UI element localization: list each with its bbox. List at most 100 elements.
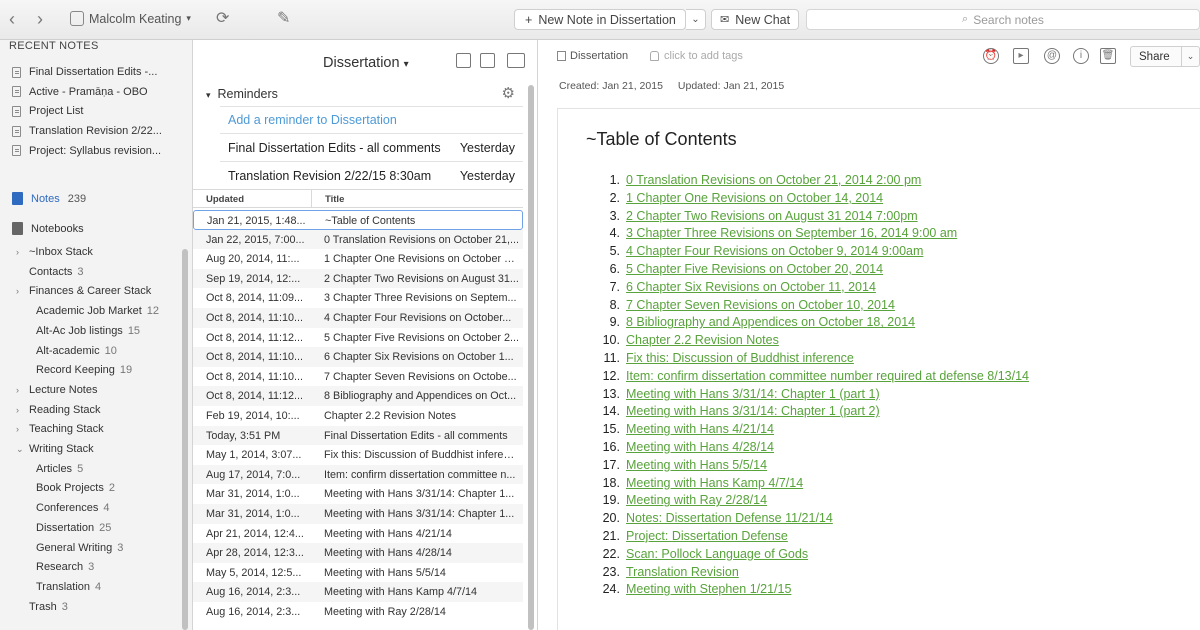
- notebook-title-dropdown[interactable]: Dissertation ▾: [323, 55, 409, 71]
- account-menu[interactable]: Malcolm Keating ▾: [70, 11, 191, 26]
- toc-link[interactable]: Meeting with Hans 4/21/14: [626, 422, 774, 440]
- recent-note-item[interactable]: Translation Revision 2/22...: [12, 125, 162, 137]
- toc-link[interactable]: 5 Chapter Five Revisions on October 20, …: [626, 262, 883, 280]
- tags-input[interactable]: click to add tags: [650, 50, 743, 62]
- note-body[interactable]: ~Table of Contents 1. 0 Translation Revis…: [557, 108, 1200, 630]
- chevron-right-icon[interactable]: ›: [16, 247, 24, 257]
- recent-note-item[interactable]: Project List: [12, 105, 83, 117]
- recent-note-item[interactable]: Project: Syllabus revision...: [12, 145, 161, 157]
- sidebar-notebook-item[interactable]: Conferences 4: [36, 502, 110, 514]
- toc-link[interactable]: 2 Chapter Two Revisions on August 31 201…: [626, 209, 918, 227]
- reminder-item[interactable]: Translation Revision 2/22/15 8:30am Yeste…: [220, 160, 523, 188]
- sidebar-notebook-item[interactable]: › Finances & Career Stack: [16, 285, 156, 297]
- sidebar-notebook-item[interactable]: › Reading Stack: [16, 404, 106, 416]
- share-notebook-icon[interactable]: [480, 53, 495, 68]
- table-row[interactable]: Jan 21, 2015, 1:48... ~Table of Contents: [193, 210, 523, 230]
- table-row[interactable]: Mar 31, 2014, 1:0... Meeting with Hans 3/…: [193, 484, 523, 504]
- table-row[interactable]: Oct 8, 2014, 11:10... 7 Chapter Seven Rev…: [193, 367, 523, 387]
- sidebar-item-notebooks[interactable]: Notebooks: [12, 222, 84, 235]
- info-icon[interactable]: i: [1073, 48, 1089, 64]
- table-row[interactable]: May 1, 2014, 3:07... Fix this: Discussion…: [193, 445, 523, 465]
- forward-icon[interactable]: ›: [37, 10, 43, 28]
- toc-link[interactable]: Scan: Pollock Language of Gods: [626, 547, 808, 565]
- sidebar-notebook-item[interactable]: Alt-Ac Job listings 15: [36, 325, 140, 337]
- toc-link[interactable]: Meeting with Hans 3/31/14: Chapter 1 (pa…: [626, 387, 880, 405]
- shortcut-icon[interactable]: [456, 53, 471, 68]
- chevron-right-icon[interactable]: ›: [16, 405, 24, 415]
- activity-icon[interactable]: ✎: [277, 8, 290, 28]
- sidebar-notebook-item[interactable]: Research 3: [36, 561, 94, 573]
- toc-link[interactable]: 1 Chapter One Revisions on October 14, 2…: [626, 191, 883, 209]
- sidebar-notebook-item[interactable]: Academic Job Market 12: [36, 305, 159, 317]
- table-row[interactable]: Jan 22, 2015, 7:00... 0 Translation Revis…: [193, 229, 523, 250]
- sidebar-notebook-item[interactable]: ⌄ Writing Stack: [16, 443, 99, 455]
- new-note-button[interactable]: + New Note in Dissertation: [514, 9, 686, 30]
- table-row[interactable]: Oct 8, 2014, 11:09... 3 Chapter Three Rev…: [193, 288, 523, 308]
- toc-link[interactable]: Meeting with Hans 4/28/14: [626, 440, 774, 458]
- search-input[interactable]: ⌕ Search notes: [806, 9, 1200, 30]
- sidebar-item-notes[interactable]: Notes 239: [12, 192, 86, 205]
- gear-icon[interactable]: ⚙: [502, 84, 515, 102]
- sidebar-notebook-item[interactable]: Book Projects 2: [36, 482, 115, 494]
- sidebar-notebook-item[interactable]: Record Keeping 19: [36, 364, 132, 376]
- table-row[interactable]: Apr 28, 2014, 12:3... Meeting with Hans 4…: [193, 543, 523, 563]
- sync-icon[interactable]: ⟳: [216, 8, 229, 28]
- table-row[interactable]: Sep 19, 2014, 12:... 2 Chapter Two Revisi…: [193, 268, 523, 289]
- back-icon[interactable]: ‹: [9, 10, 15, 28]
- note-title[interactable]: ~Table of Contents: [586, 129, 737, 150]
- reminders-header[interactable]: ▾ Reminders ⚙: [193, 82, 523, 106]
- toc-link[interactable]: 4 Chapter Four Revisions on October 9, 2…: [626, 244, 923, 262]
- toc-link[interactable]: Item: confirm dissertation committee num…: [626, 369, 1029, 387]
- toc-link[interactable]: Fix this: Discussion of Buddhist inferen…: [626, 351, 854, 369]
- toc-link[interactable]: Meeting with Hans 5/5/14: [626, 458, 767, 476]
- col-title[interactable]: Title: [325, 194, 344, 205]
- table-row[interactable]: Apr 21, 2014, 12:4... Meeting with Hans 4…: [193, 524, 523, 544]
- table-row[interactable]: Oct 8, 2014, 11:12... 5 Chapter Five Revi…: [193, 328, 523, 348]
- chevron-right-icon[interactable]: ›: [16, 385, 24, 395]
- table-row[interactable]: May 5, 2014, 12:5... Meeting with Hans 5/…: [193, 563, 523, 583]
- reminder-item[interactable]: Final Dissertation Edits - all comments Y…: [220, 133, 523, 160]
- table-row[interactable]: Aug 16, 2014, 2:3... Meeting with Hans Ka…: [193, 582, 523, 602]
- chevron-down-icon[interactable]: ⌄: [1181, 47, 1199, 66]
- toc-link[interactable]: 0 Translation Revisions on October 21, 2…: [626, 173, 921, 191]
- toc-link[interactable]: Translation Revision: [626, 565, 739, 583]
- col-updated[interactable]: Updated: [206, 194, 244, 205]
- work-chat-icon[interactable]: @: [1044, 48, 1060, 64]
- share-button[interactable]: Share ⌄: [1130, 46, 1200, 67]
- toc-link[interactable]: 3 Chapter Three Revisions on September 1…: [626, 226, 957, 244]
- sidebar-notebook-item[interactable]: › ~Inbox Stack: [16, 246, 98, 258]
- view-options-icon[interactable]: [507, 53, 525, 68]
- recent-note-item[interactable]: Active - Pramāṇa - OBO: [12, 86, 148, 98]
- sidebar-notebook-item[interactable]: General Writing 3: [36, 542, 123, 554]
- recent-note-item[interactable]: Final Dissertation Edits -...: [12, 66, 157, 78]
- table-row[interactable]: Aug 16, 2014, 2:3... Meeting with Ray 2/2…: [193, 602, 523, 622]
- note-notebook-button[interactable]: Dissertation: [557, 50, 628, 62]
- table-row[interactable]: Mar 31, 2014, 1:0... Meeting with Hans 3/…: [193, 504, 523, 524]
- chevron-right-icon[interactable]: ›: [16, 424, 24, 434]
- table-row[interactable]: Feb 19, 2014, 10:... Chapter 2.2 Revision…: [193, 406, 523, 426]
- sidebar-notebook-item[interactable]: › Lecture Notes: [16, 384, 102, 396]
- trash-icon[interactable]: 🗑: [1100, 48, 1116, 64]
- sidebar-notebook-item[interactable]: Articles 5: [36, 463, 83, 475]
- reminder-alarm-icon[interactable]: ⏰: [983, 48, 999, 64]
- sidebar-notebook-item[interactable]: Dissertation 25: [36, 522, 111, 534]
- table-row[interactable]: Aug 20, 2014, 11:... 1 Chapter One Revisi…: [193, 249, 523, 269]
- chevron-down-icon[interactable]: ⌄: [16, 444, 24, 455]
- toc-link[interactable]: Meeting with Hans 3/31/14: Chapter 1 (pa…: [626, 404, 880, 422]
- note-list-scrollbar[interactable]: [528, 85, 534, 630]
- toc-link[interactable]: Meeting with Stephen 1/21/15: [626, 582, 791, 600]
- table-row[interactable]: Oct 8, 2014, 11:12... 8 Bibliography and …: [193, 386, 523, 406]
- table-row[interactable]: Oct 8, 2014, 11:10... 6 Chapter Six Revis…: [193, 347, 523, 367]
- table-row[interactable]: Today, 3:51 PM Final Dissertation Edits -…: [193, 425, 523, 446]
- add-reminder-link[interactable]: Add a reminder to Dissertation: [220, 106, 523, 132]
- sidebar-notebook-item[interactable]: Trash 3: [16, 601, 68, 613]
- toc-link[interactable]: Notes: Dissertation Defense 11/21/14: [626, 511, 833, 529]
- toc-link[interactable]: Meeting with Ray 2/28/14: [626, 493, 767, 511]
- sidebar-scrollbar[interactable]: [182, 249, 188, 630]
- new-note-dropdown[interactable]: ⌄: [686, 9, 706, 30]
- presentation-icon[interactable]: ▸: [1013, 48, 1029, 64]
- toc-link[interactable]: 8 Bibliography and Appendices on October…: [626, 315, 915, 333]
- new-chat-button[interactable]: ✉ New Chat: [711, 9, 799, 30]
- toc-link[interactable]: Chapter 2.2 Revision Notes: [626, 333, 779, 351]
- sidebar-notebook-item[interactable]: › Teaching Stack: [16, 423, 109, 435]
